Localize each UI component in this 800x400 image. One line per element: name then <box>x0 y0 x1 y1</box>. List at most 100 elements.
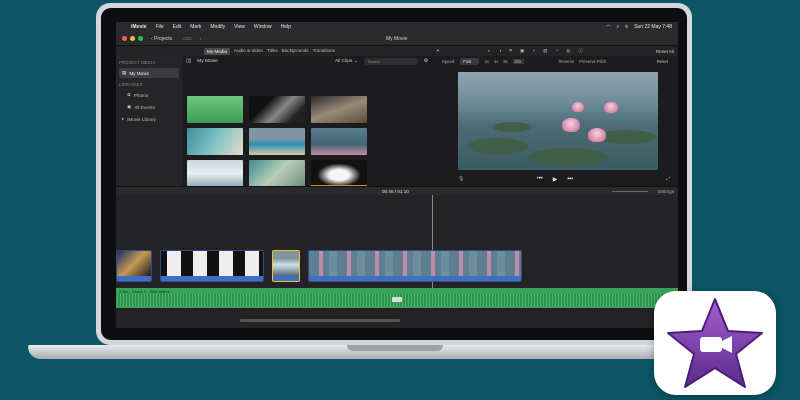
viewer-adjust-tools: ✦ ◐ ◑ ⌗ ▣ ◖ ▥ ◔ ◍ ⓘ <box>436 48 583 54</box>
browser-title: My Movie <box>197 58 218 64</box>
tab-my-media[interactable]: My Media <box>204 47 230 55</box>
timecode-display: 00:45 / 01:10 <box>382 189 409 194</box>
menu-modify[interactable]: Modify <box>210 24 225 30</box>
sidebar-item-imovie-library[interactable]: ▸ iMovie Library <box>119 114 179 124</box>
minimize-button[interactable] <box>130 36 135 41</box>
clip-thumbnail[interactable] <box>311 128 367 155</box>
events-icon: ▣ <box>127 104 132 109</box>
gear-icon[interactable]: ⚙ <box>424 59 428 64</box>
menu-app-name[interactable]: iMovie <box>131 24 147 30</box>
speed-controls: Speed: Fast 2x 4x 8x 20x Reverse Preserv… <box>432 56 678 66</box>
import-icon[interactable]: ↓ <box>200 36 203 42</box>
magic-wand-icon[interactable]: ✦ <box>436 48 440 54</box>
microphone-icon[interactable]: 🎙 <box>458 176 464 182</box>
clip-thumbnail[interactable] <box>249 96 305 123</box>
speed-option-20x[interactable]: 20x <box>512 58 524 64</box>
clip-thumbnail[interactable] <box>311 160 367 187</box>
clip-filter-dropdown[interactable]: All Clips ⌄ <box>335 59 358 64</box>
menu-edit[interactable]: Edit <box>173 24 182 30</box>
timeline-clip[interactable] <box>160 250 264 282</box>
sidebar-header-project-media: PROJECT MEDIA <box>119 60 156 65</box>
window-title: My Movie <box>386 35 408 42</box>
sidebar-item-my-movie[interactable]: ▤ My Movie <box>119 68 179 78</box>
sidebar-item-label: iMovie Library <box>127 116 156 122</box>
browser-tabs-row: My Media Audio & Video Titles Background… <box>116 46 678 56</box>
sidebar-item-label: My Movie <box>129 70 149 76</box>
reverse-checkbox[interactable]: Reverse <box>559 59 575 64</box>
speed-dropdown[interactable]: Fast <box>460 57 480 65</box>
play-icon[interactable]: ▶ <box>553 176 558 183</box>
speed-option-2x[interactable]: 2x <box>484 59 488 64</box>
tab-audio-video[interactable]: Audio & Video <box>234 48 263 55</box>
zoom-button[interactable] <box>138 36 143 41</box>
timeline-settings-button[interactable]: Settings <box>657 189 674 194</box>
wifi-icon[interactable]: ◠ <box>606 24 610 30</box>
stabilization-icon[interactable]: ▣ <box>520 48 524 54</box>
clip-thumbnail[interactable] <box>187 128 243 155</box>
disclosure-triangle-icon: ▸ <box>122 116 125 121</box>
clip-thumbnail[interactable] <box>249 128 305 155</box>
horizontal-scrollbar[interactable] <box>240 319 400 322</box>
menu-clock[interactable]: Sun 22 May 7:48 <box>634 24 672 30</box>
lotus-flower <box>562 118 580 132</box>
tab-transitions[interactable]: Transitions <box>313 48 335 55</box>
speed-label: Speed: <box>442 58 456 64</box>
close-button[interactable] <box>122 36 127 41</box>
info-icon[interactable]: ⓘ <box>578 48 583 54</box>
lily-pad <box>492 122 532 132</box>
search-input[interactable]: Search <box>363 57 418 65</box>
projects-button[interactable]: ‹ Projects <box>151 36 172 42</box>
clip-thumbnail[interactable] <box>311 96 367 123</box>
library-toggle-icon[interactable]: ▭▭ <box>182 36 191 42</box>
photos-icon: ✿ <box>127 92 131 97</box>
sidebar-item-photos[interactable]: ✿ Photos <box>119 90 179 100</box>
lily-pad <box>468 138 528 154</box>
zoom-slider[interactable] <box>612 191 648 192</box>
sidebar-header-libraries: LIBRARIES <box>119 82 143 87</box>
color-balance-icon[interactable]: ◐ <box>488 48 491 54</box>
speed-option-4x[interactable]: 4x <box>494 59 498 64</box>
clip-thumbnail[interactable] <box>249 160 305 187</box>
menu-view[interactable]: View <box>234 24 245 30</box>
reset-all-button[interactable]: Reset All <box>656 49 674 54</box>
viewer-panel: Speed: Fast 2x 4x 8x 20x Reverse Preserv… <box>432 56 678 186</box>
menu-file[interactable]: File <box>156 24 164 30</box>
crop-icon[interactable]: ⌗ <box>509 48 512 54</box>
preserve-pitch-checkbox[interactable]: Preserve Pitch <box>579 59 606 64</box>
tab-titles[interactable]: Titles <box>267 48 278 55</box>
control-center-icon[interactable]: ≡ <box>625 24 628 30</box>
menu-window[interactable]: Window <box>254 24 272 30</box>
color-correction-icon[interactable]: ◑ <box>499 48 502 54</box>
audio-track[interactable]: 1.9m – Music 2 - Wild Water <box>116 288 678 308</box>
sidebar-item-all-events[interactable]: ▣ All Events <box>119 102 179 112</box>
speed-option-8x[interactable]: 8x <box>503 59 507 64</box>
video-preview[interactable] <box>458 72 658 170</box>
reset-button[interactable]: Reset <box>657 59 668 64</box>
menu-status-area: ◠ ⌕ ≡ Sun 22 May 7:48 <box>606 24 672 30</box>
media-browser: ▯▯ My Movie All Clips ⌄ Search ⚙ <box>182 56 432 210</box>
skip-forward-icon[interactable]: ⏭ <box>567 176 572 183</box>
menu-mark[interactable]: Mark <box>190 24 201 30</box>
playback-controls: 🎙 ⏮ ▶ ⏭ ⤢ <box>432 174 678 184</box>
fullscreen-icon[interactable]: ⤢ <box>666 176 670 182</box>
sidebar-toggle-icon[interactable]: ▯▯ <box>186 59 191 64</box>
timeline[interactable]: 1.9m – Music 2 - Wild Water <box>116 195 678 328</box>
timeline-clip[interactable] <box>308 250 522 282</box>
clip-thumbnail[interactable] <box>187 96 243 123</box>
menu-help[interactable]: Help <box>281 24 291 30</box>
skip-back-icon[interactable]: ⏮ <box>537 176 542 183</box>
filter-icon[interactable]: ◍ <box>566 48 570 54</box>
media-tabs: My Media Audio & Video Titles Background… <box>204 47 335 55</box>
timeline-header: 00:45 / 01:10 Settings <box>116 186 678 195</box>
noise-reduction-icon[interactable]: ▥ <box>543 48 547 54</box>
clip-thumbnail[interactable] <box>187 160 243 187</box>
tab-backgrounds[interactable]: Backgrounds <box>282 48 309 55</box>
speed-icon[interactable]: ◔ <box>555 48 558 54</box>
imovie-app-icon <box>654 291 776 395</box>
timeline-clip[interactable] <box>116 250 152 282</box>
audio-marker-icon[interactable] <box>392 297 402 302</box>
search-icon[interactable]: ⌕ <box>616 24 619 30</box>
volume-icon[interactable]: ◖ <box>532 48 535 54</box>
lily-pad <box>528 148 608 166</box>
timeline-clip-selected[interactable] <box>272 250 300 282</box>
